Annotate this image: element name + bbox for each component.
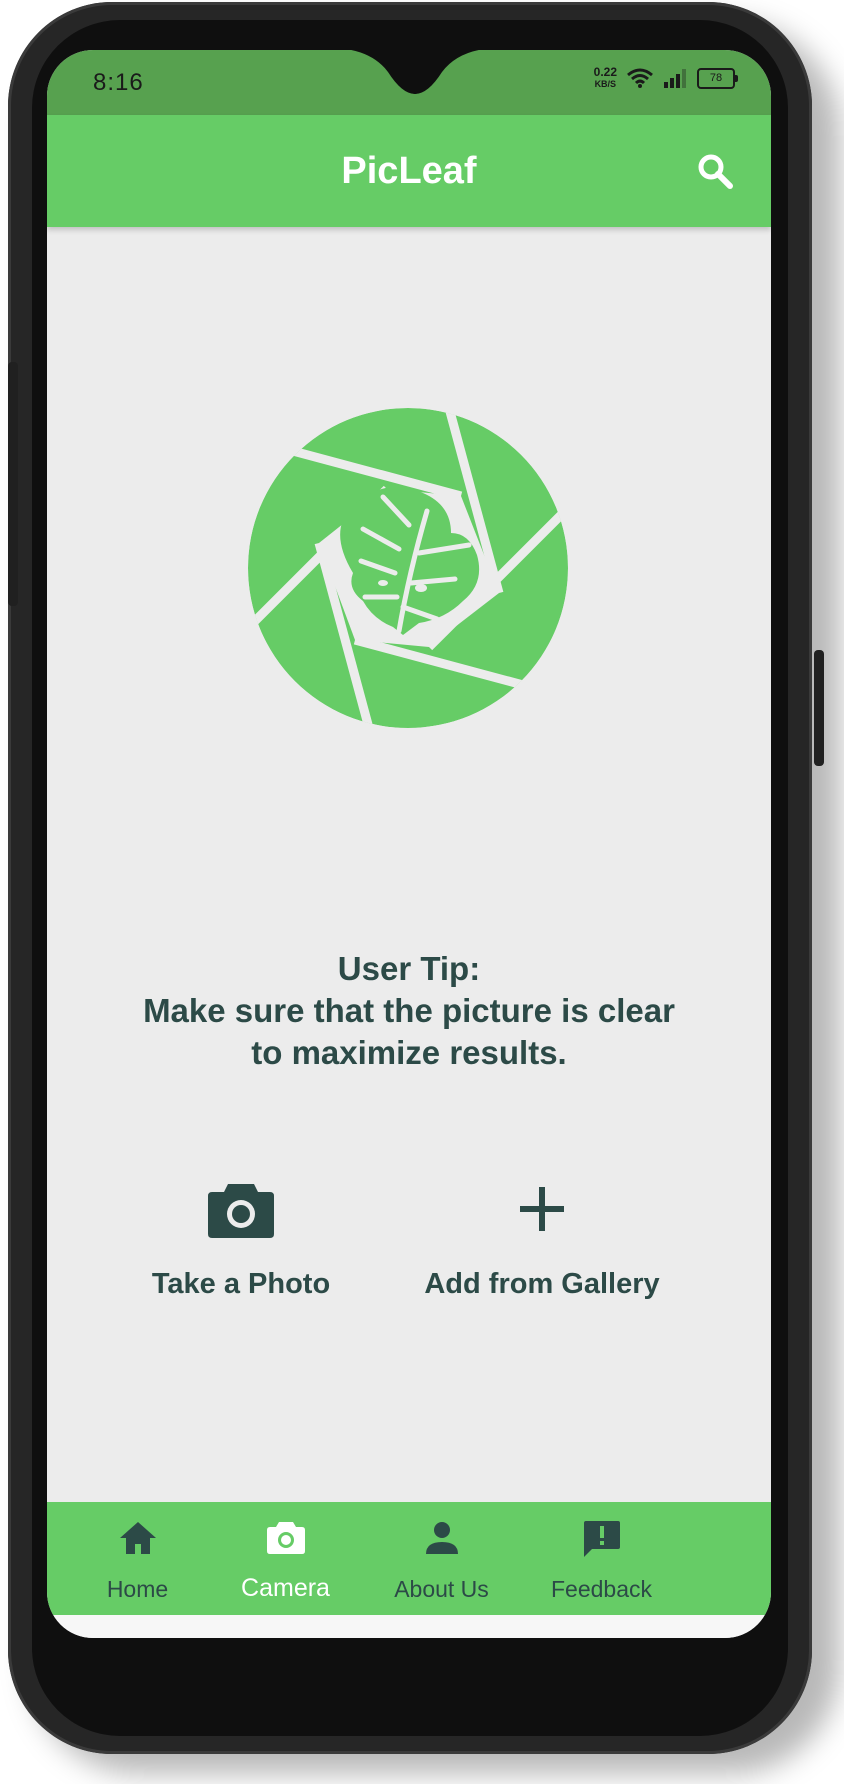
plus-icon [520, 1187, 564, 1231]
nav-label-feedback: Feedback [550, 1576, 652, 1602]
bottom-navigation: Home Camera About Us Feedback [47, 1502, 771, 1615]
nav-item-camera[interactable]: Camera [195, 1502, 376, 1615]
take-photo-label: Take a Photo [151, 1268, 331, 1300]
feedback-icon [583, 1521, 620, 1557]
camera-icon [208, 1184, 274, 1238]
app-title: PicLeaf [341, 150, 477, 192]
add-gallery-label: Add from Gallery [424, 1268, 660, 1300]
status-icons: 0.22 KB/S 78 [594, 66, 738, 90]
tip-heading: User Tip: [337, 950, 481, 987]
user-tip: User Tip: Make sure that the picture is … [47, 948, 771, 1074]
wifi-icon [627, 68, 653, 88]
net-speed-value: 0.22 [593, 65, 617, 79]
tip-line-2: to maximize results. [251, 1034, 567, 1071]
signal-icon [664, 69, 686, 88]
system-navigation-bar [47, 1615, 771, 1638]
battery-icon: 78 [697, 67, 738, 89]
net-speed-unit: KB/S [594, 79, 617, 89]
nav-label-about-us: About Us [394, 1576, 489, 1602]
search-icon [698, 154, 733, 189]
camera-icon [266, 1522, 305, 1554]
add-from-gallery-button[interactable]: Add from Gallery [417, 1170, 667, 1301]
status-bar: 8:16 0.22 KB/S 78 [47, 50, 771, 115]
nav-label-camera: Camera [241, 1574, 330, 1602]
app-bar: PicLeaf [47, 115, 771, 227]
camera-notch [350, 50, 480, 94]
home-icon [119, 1522, 156, 1554]
person-icon [425, 1522, 458, 1554]
volume-button [8, 362, 18, 606]
nav-item-feedback[interactable]: Feedback [511, 1502, 692, 1615]
picleaf-logo-icon [248, 408, 568, 728]
power-button [814, 650, 824, 766]
nav-item-about-us[interactable]: About Us [351, 1502, 532, 1615]
tip-line-1: Make sure that the picture is clear [143, 992, 675, 1029]
take-photo-button[interactable]: Take a Photo [141, 1170, 341, 1301]
app-screen: 8:16 0.22 KB/S 78 PicLeaf User Tip: Make… [47, 50, 771, 1638]
status-time: 8:16 [93, 69, 144, 96]
net-speed: 0.22 KB/S [594, 66, 617, 90]
search-button[interactable] [695, 151, 735, 191]
